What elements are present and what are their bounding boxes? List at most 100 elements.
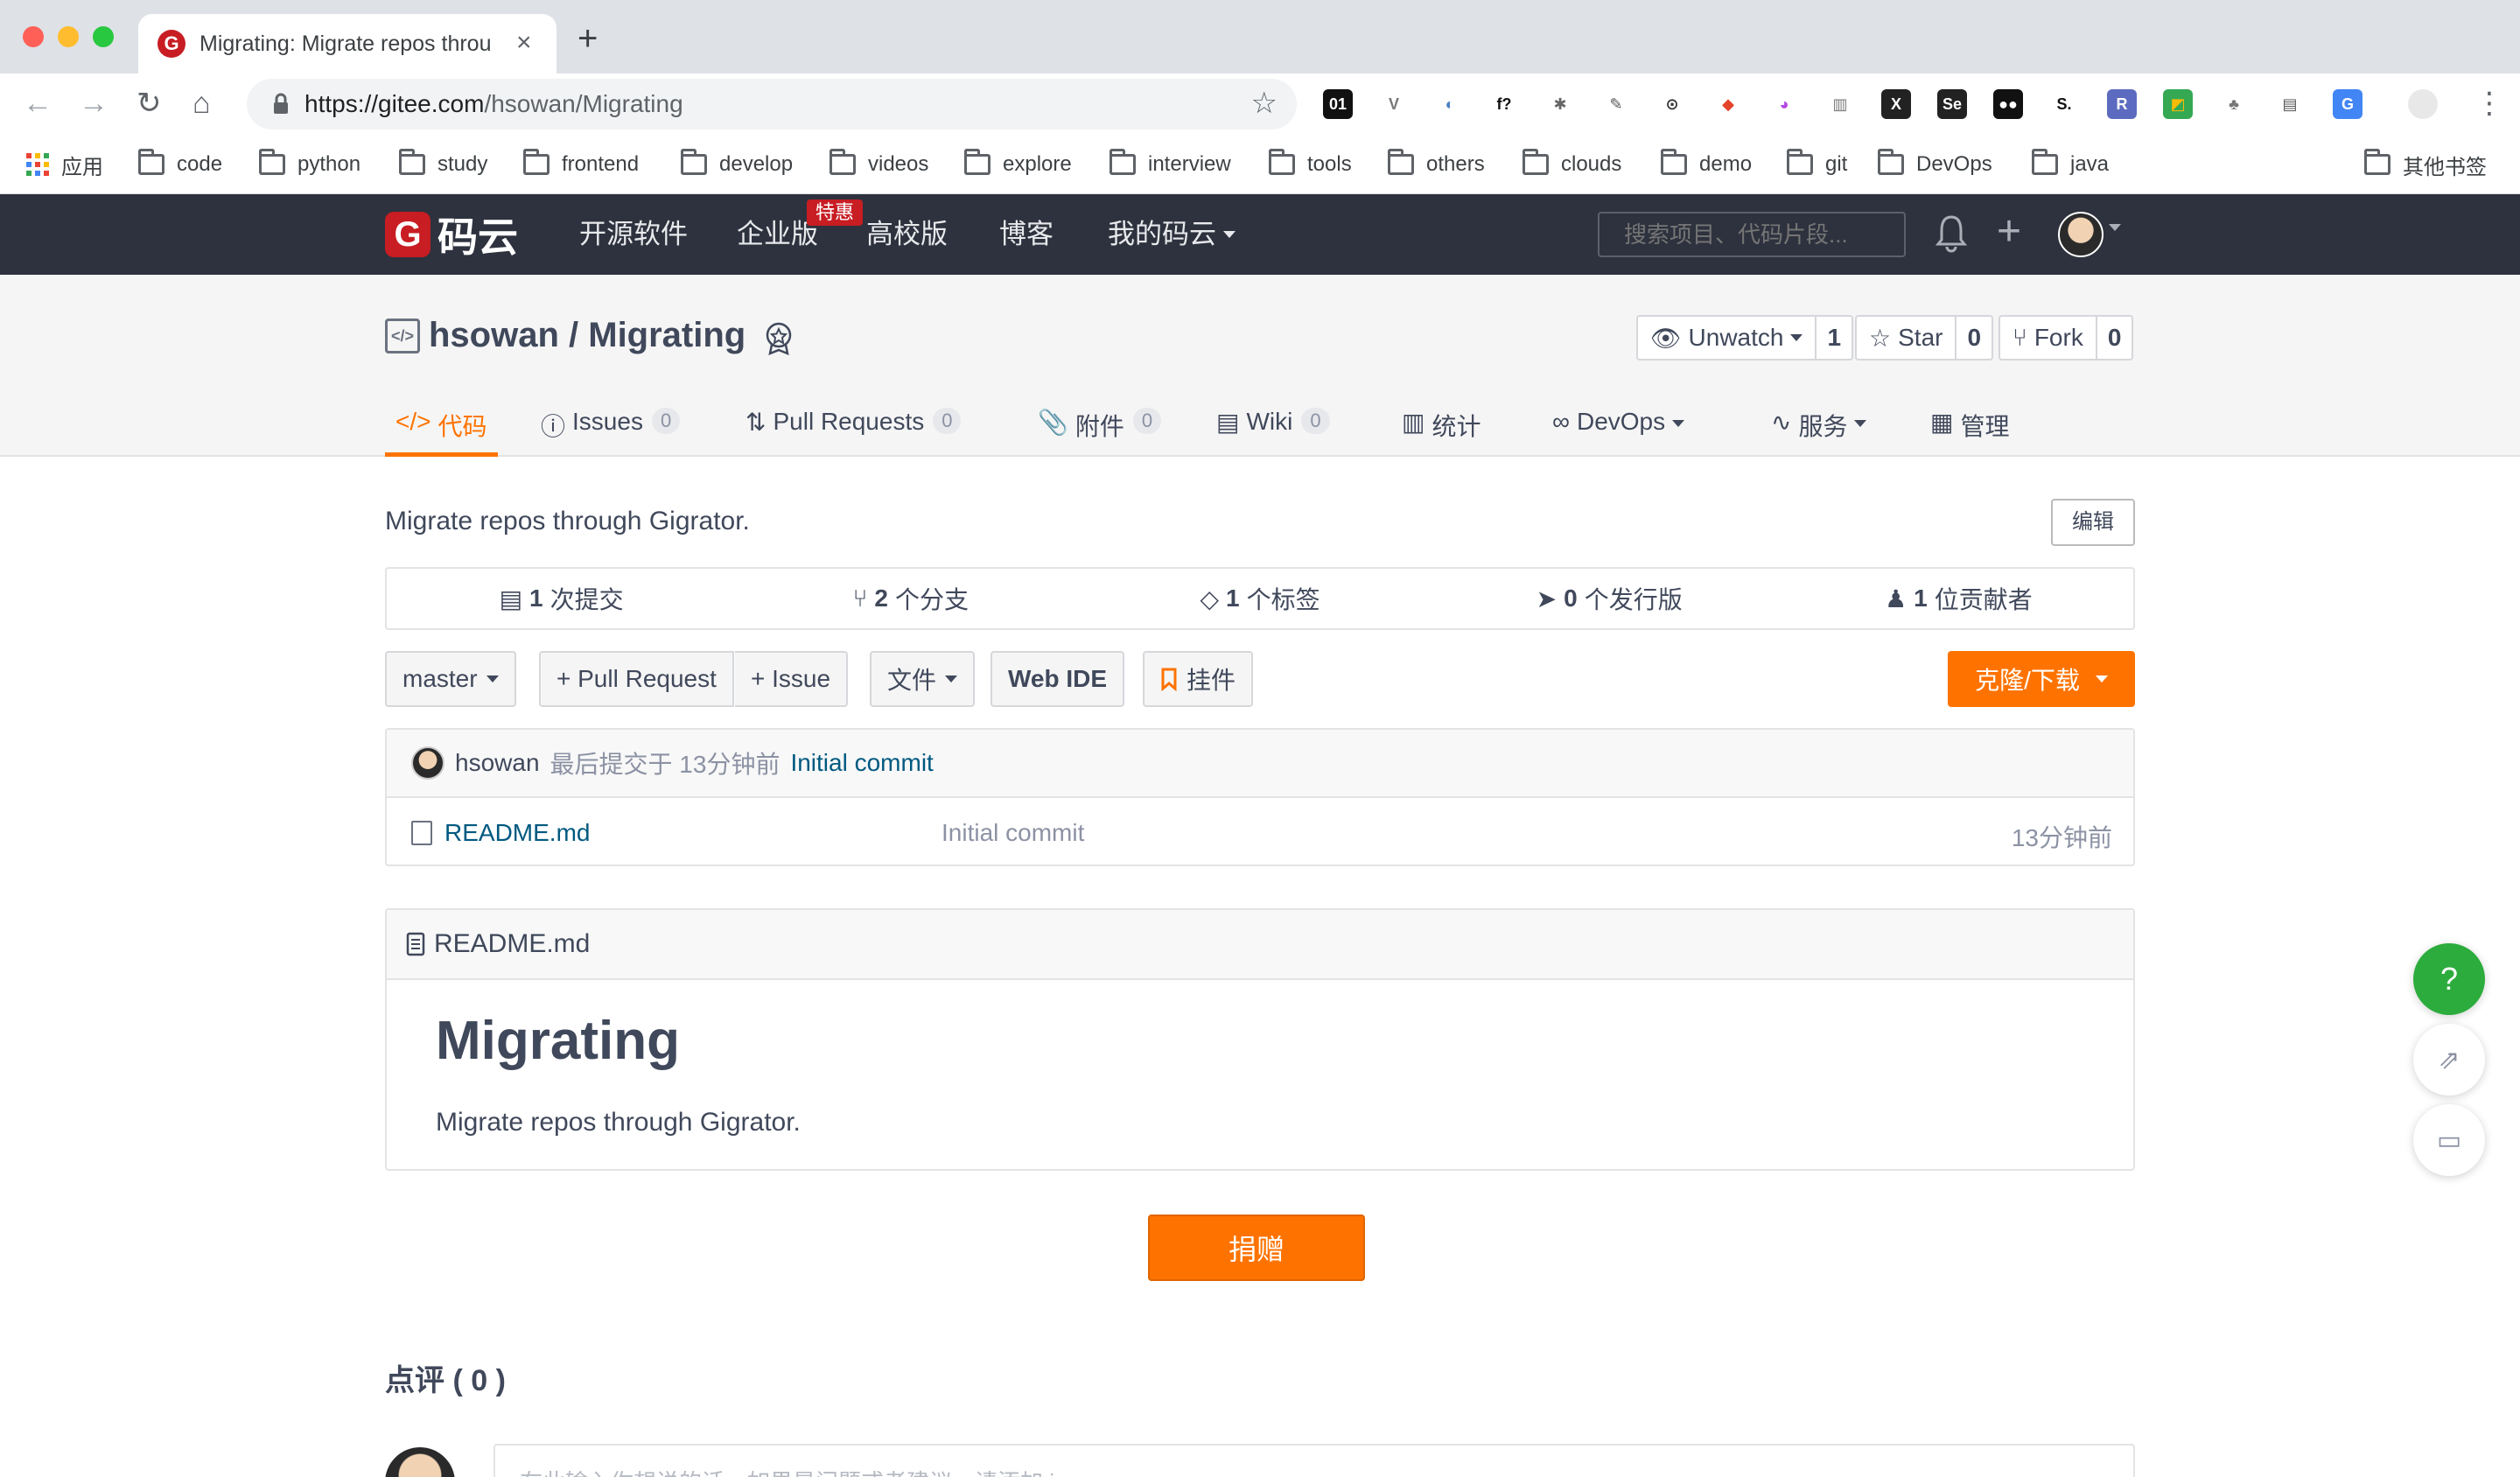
bookmark-tools[interactable]: tools [1269,147,1352,182]
reader-ext-icon[interactable]: ●● [1993,89,2023,119]
branch-select[interactable]: master [385,651,516,707]
bookmark-frontend[interactable]: frontend [523,147,639,182]
new-issue-button[interactable]: + Issue [735,651,849,707]
bookmark-apps[interactable]: 应用 [26,147,103,182]
branches-stat[interactable]: ⑂ 2 个分支 [736,569,1085,628]
disk-ext-icon[interactable]: ◐ [1435,89,1465,119]
create-plus-icon[interactable]: + [1997,210,2021,254]
author-avatar[interactable] [411,746,444,780]
file-menu-button[interactable]: 文件 [870,651,976,707]
file-name-link[interactable]: README.md [444,819,590,847]
selenium-ext-icon[interactable]: Se [1937,89,1967,119]
bookmark-python[interactable]: python [259,147,360,182]
r-ext-icon[interactable]: R [2107,89,2137,119]
bookmark-develop[interactable]: develop [681,147,793,182]
vue-devtools-icon[interactable]: V [1379,89,1409,119]
nav-education[interactable]: 高校版 [866,217,948,252]
tab-pull-requests[interactable]: ⇅ Pull Requests 0 [746,399,962,457]
reload-icon[interactable]: ↻ [136,86,162,121]
notes-ext-icon[interactable]: ▤ [2275,89,2305,119]
repo-title[interactable]: hsowan / Migrating [429,313,746,357]
chevron-down-icon[interactable] [2109,224,2121,231]
contributors-stat[interactable]: ♟ 1 位贡献者 [1784,569,2133,628]
help-button[interactable]: ? [2413,943,2485,1015]
close-window-button[interactable] [23,26,44,47]
repo-award-icon[interactable] [761,320,796,355]
widget-button[interactable]: 挂件 [1143,651,1254,707]
forward-arrow-icon[interactable]: → [79,86,108,121]
user-avatar[interactable] [2058,212,2104,257]
bookmark-interview[interactable]: interview [1110,147,1231,182]
colorzilla-ext-icon[interactable]: ◩ [2163,89,2193,119]
tab-stats[interactable]: ▥ 统计 [1402,399,1480,457]
commit-author[interactable]: hsowan [455,749,540,777]
tab-issues[interactable]: ⓘ Issues 0 [541,399,681,457]
edit-description-button[interactable]: 编辑 [2051,499,2135,546]
x-ext-icon[interactable]: X [1881,89,1911,119]
file-commit-message[interactable]: Initial commit [942,819,1084,847]
nav-open-source[interactable]: 开源软件 [579,217,688,252]
watch-count[interactable]: 1 [1815,317,1852,359]
palette-ext-icon[interactable]: ◕ [1769,89,1799,119]
releases-stat[interactable]: ➤ 0 个发行版 [1435,569,1784,628]
minimize-window-button[interactable] [58,26,79,47]
browser-tab[interactable]: G Migrating: Migrate repos throu × [138,14,556,74]
tab-devops[interactable]: ∞ DevOps [1552,399,1685,457]
bookmark-java[interactable]: java [2032,147,2109,182]
comment-input[interactable]: 在此输入你想说的话，如果是问题或者建议，请添加 issue [494,1444,2135,1477]
address-bar[interactable]: https://gitee.com/hsowan/Migrating ☆ [247,79,1297,130]
colorpicker-ext-icon[interactable]: ✎ [1601,89,1631,119]
bug-ext-icon[interactable]: ✱ [1545,89,1575,119]
notification-bell-icon[interactable] [1934,212,1969,254]
web-ide-button[interactable]: Web IDE [990,651,1125,707]
code-ext-icon[interactable]: ⊙ [1657,89,1687,119]
search-input[interactable] [1598,212,1906,257]
commit-message-link[interactable]: Initial commit [790,749,933,777]
home-icon[interactable]: ⌂ [192,86,211,121]
gitee-logo[interactable]: G 码云 [385,210,518,260]
bookmark-others[interactable]: others [1388,147,1485,182]
tab-services[interactable]: ∿ 服务 [1771,399,1867,457]
watch-button[interactable]: 👁 Unwatch 1 [1636,315,1854,360]
tab-close-icon[interactable]: × [516,28,532,58]
new-pull-request-button[interactable]: + Pull Request [539,651,734,707]
bookmark-demo[interactable]: demo [1661,147,1752,182]
bookmark-explore[interactable]: explore [964,147,1072,182]
bookmark-code[interactable]: code [138,147,222,182]
nav-blog[interactable]: 博客 [999,217,1054,252]
bookmark-star-icon[interactable]: ☆ [1251,86,1278,121]
nav-my-gitee[interactable]: 我的码云 [1108,217,1236,252]
gitlab-ext-icon[interactable]: ◆ [1713,89,1743,119]
file-row[interactable]: README.md Initial commit 13分钟前 [387,798,2133,866]
tags-stat[interactable]: ◇ 1 个标签 [1085,569,1434,628]
formula-ext-icon[interactable]: f? [1489,89,1519,119]
bookmark-devops[interactable]: DevOps [1878,147,1992,182]
bookmark-videos[interactable]: videos [830,147,928,182]
browser-menu-icon[interactable]: ⋮ [2474,86,2504,121]
bookmark-other[interactable]: 其他书签 [2364,147,2487,182]
clone-download-button[interactable]: 克隆/下载 [1948,651,2135,707]
tree-ext-icon[interactable]: ♣ [2219,89,2249,119]
back-arrow-icon[interactable]: ← [23,86,52,121]
feedback-chat-button[interactable]: ▭ [2413,1104,2485,1176]
bookmark-git[interactable]: git [1787,147,1847,182]
bookmark-clouds[interactable]: clouds [1522,147,1621,182]
fork-button[interactable]: ⑂ Fork 0 [1998,315,2134,360]
tab-code[interactable]: </> 代码 [385,399,498,457]
fork-count[interactable]: 0 [2095,317,2132,359]
tab-manage[interactable]: ▦ 管理 [1930,399,2009,457]
barcode-ext-icon[interactable]: ▥ [1825,89,1855,119]
s-ext-icon[interactable]: S. [2049,89,2079,119]
share-button[interactable]: ⇗ [2413,1024,2485,1096]
new-tab-button[interactable]: + [578,21,598,56]
zoom-window-button[interactable] [93,26,114,47]
translate-ext-icon[interactable]: G [2333,89,2362,119]
commits-stat[interactable]: ▤ 1 次提交 [387,569,736,628]
binary-ext-icon[interactable]: 01 [1323,89,1353,119]
tab-wiki[interactable]: ▤ Wiki 0 [1216,399,1330,457]
star-count[interactable]: 0 [1955,317,1992,359]
star-button[interactable]: ☆ Star 0 [1855,315,1994,360]
bookmark-study[interactable]: study [399,147,487,182]
tab-attachments[interactable]: 📎 附件 0 [1038,399,1162,457]
donate-button[interactable]: 捐赠 [1148,1214,1365,1281]
